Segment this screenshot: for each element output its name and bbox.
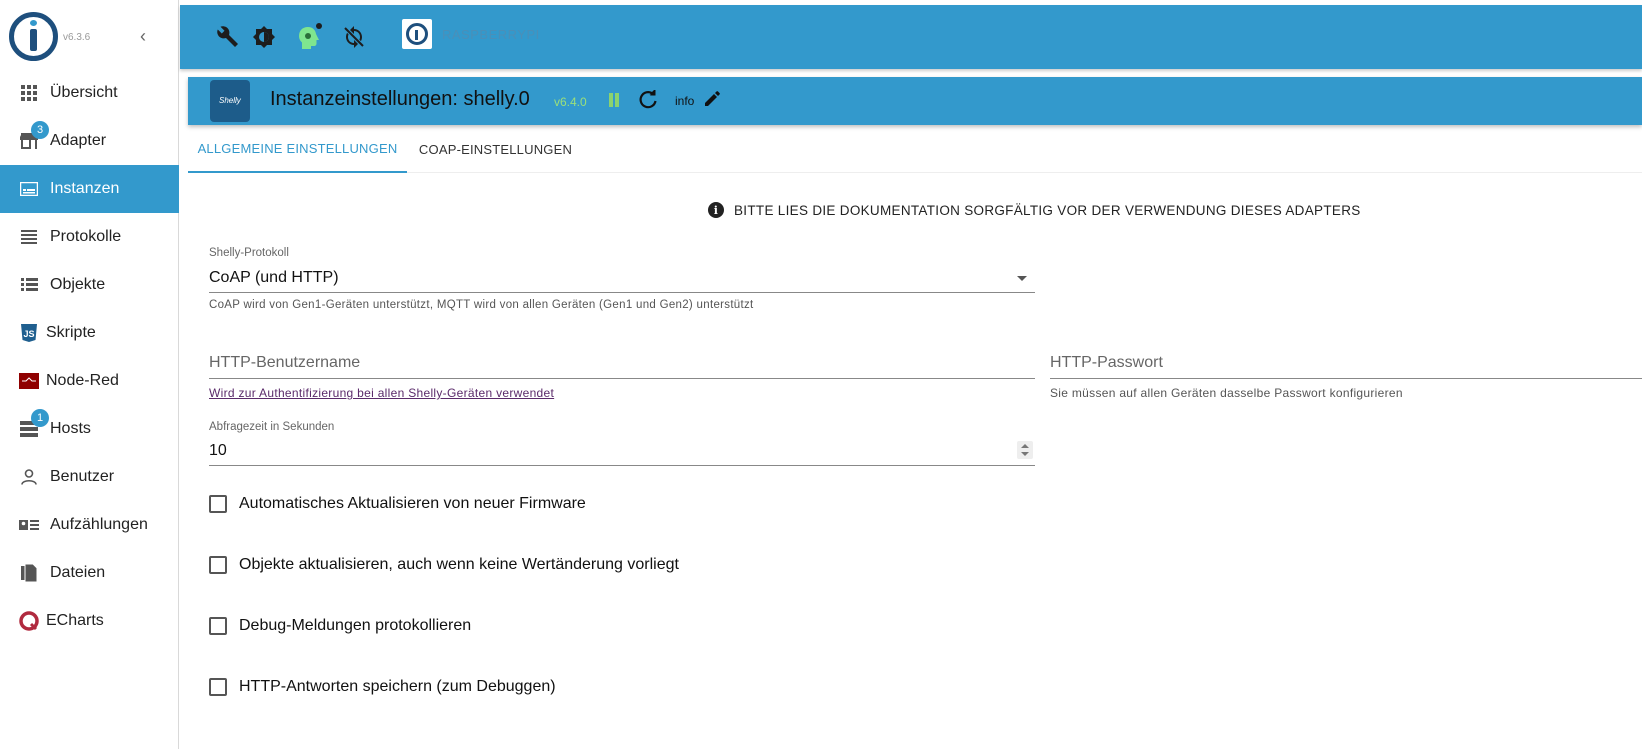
checkbox-box[interactable]: [209, 617, 227, 635]
tab-allgemeine-einstellungen[interactable]: ALLGEMEINE EINSTELLUNGEN: [188, 125, 407, 173]
js-icon: JS: [18, 323, 40, 343]
instance-info-label[interactable]: info: [675, 94, 694, 108]
poll-value: 10: [209, 442, 227, 459]
sidebar-item-label: ECharts: [46, 612, 104, 629]
objects-list-icon: [18, 275, 40, 295]
enum-icon: [18, 515, 40, 535]
echarts-icon: [18, 611, 40, 631]
http-username-input[interactable]: HTTP-Benutzername: [209, 349, 1035, 379]
hosts-update-badge: 1: [31, 409, 49, 427]
tab-coap-einstellungen[interactable]: COAP-EINSTELLUNGEN: [407, 125, 584, 173]
sidebar-item-benutzer[interactable]: Benutzer: [0, 453, 179, 501]
sidebar-item-label: Hosts: [50, 420, 91, 437]
instances-icon: [18, 179, 40, 199]
sidebar-item-label: Skripte: [46, 324, 96, 341]
poll-label: Abfragezeit in Sekunden: [209, 421, 335, 433]
checkbox-debug-logging[interactable]: Debug-Meldungen protokollieren: [209, 617, 471, 635]
files-icon: [18, 563, 40, 583]
sidebar-item-label: Adapter: [50, 132, 107, 149]
sidebar-item-label: Übersicht: [50, 84, 118, 101]
wrench-icon[interactable]: [214, 23, 242, 51]
expert-mode-icon[interactable]: [296, 23, 324, 51]
protocol-label: Shelly-Protokoll: [209, 247, 289, 259]
protocol-value: CoAP (und HTTP): [209, 269, 339, 286]
sidebar: v6.3.6 ‹ Übersicht 3 Adapter Instanzen P…: [0, 0, 179, 749]
host-name[interactable]: RASPBERRYPI: [442, 27, 540, 42]
sidebar-item-label: Aufzählungen: [50, 516, 148, 533]
http-password-placeholder: HTTP-Passwort: [1050, 354, 1163, 371]
poll-interval-input[interactable]: 10: [209, 436, 1035, 466]
sidebar-item-dateien[interactable]: Dateien: [0, 549, 179, 597]
checkbox-label: Automatisches Aktualisieren von neuer Fi…: [239, 495, 586, 512]
app-version: v6.3.6: [63, 32, 91, 43]
sidebar-item-label: Node-Red: [46, 372, 119, 389]
sidebar-header: v6.3.6 ‹: [0, 0, 179, 74]
iobroker-logo[interactable]: [9, 12, 58, 61]
instance-title: Instanzeinstellungen: shelly.0: [270, 88, 530, 110]
sidebar-item-objekte[interactable]: Objekte: [0, 261, 179, 309]
collapse-sidebar-icon[interactable]: ‹: [140, 27, 154, 45]
sidebar-item-skripte[interactable]: JS Skripte: [0, 309, 179, 357]
checkbox-save-http-responses[interactable]: HTTP-Antworten speichern (zum Debuggen): [209, 678, 556, 696]
checkbox-label: Objekte aktualisieren, auch wenn keine W…: [239, 556, 679, 573]
node-red-icon: [18, 371, 40, 391]
checkbox-label: Debug-Meldungen protokollieren: [239, 617, 472, 634]
http-username-placeholder: HTTP-Benutzername: [209, 354, 361, 371]
sidebar-item-hosts[interactable]: 1 Hosts: [0, 405, 179, 453]
grid-icon: [18, 83, 40, 103]
sidebar-item-protokolle[interactable]: Protokolle: [0, 213, 179, 261]
person-icon: [18, 467, 40, 487]
checkbox-box[interactable]: [209, 678, 227, 696]
instance-header: Instanzeinstellungen: shelly.0 v6.4.0 in…: [188, 77, 1642, 125]
settings-tabs: ALLGEMEINE EINSTELLUNGEN COAP-EINSTELLUN…: [188, 125, 1642, 173]
sidebar-item-aufzaehlungen[interactable]: Aufzählungen: [0, 501, 179, 549]
list-icon: [18, 227, 40, 247]
adapter-update-badge: 3: [31, 121, 49, 139]
notice-text: BITTE LIES DIE DOKUMENTATION SORGFÄLTIG …: [734, 202, 1361, 218]
sidebar-item-label: Protokolle: [50, 228, 122, 245]
sidebar-item-node-red[interactable]: Node-Red: [0, 357, 179, 405]
host-logo[interactable]: [402, 19, 432, 49]
dropdown-arrow-icon: [1017, 276, 1027, 281]
sidebar-item-instanzen[interactable]: Instanzen: [0, 165, 179, 213]
protocol-select[interactable]: CoAP (und HTTP): [209, 262, 1035, 293]
edit-icon[interactable]: [703, 90, 721, 108]
documentation-notice: i BITTE LIES DIE DOKUMENTATION SORGFÄLTI…: [708, 202, 1361, 218]
top-toolbar: RASPBERRYPI: [180, 5, 1642, 69]
sidebar-nav: Übersicht 3 Adapter Instanzen Protokolle: [0, 69, 179, 645]
reload-icon[interactable]: [638, 88, 658, 110]
sidebar-item-label: Benutzer: [50, 468, 115, 485]
brightness-icon[interactable]: [250, 23, 278, 51]
pause-icon[interactable]: [606, 92, 622, 108]
checkbox-label: HTTP-Antworten speichern (zum Debuggen): [239, 678, 556, 695]
shelly-adapter-icon: [210, 80, 250, 122]
checkbox-update-unchanged-objects[interactable]: Objekte aktualisieren, auch wenn keine W…: [209, 556, 679, 574]
checkbox-auto-firmware-update[interactable]: Automatisches Aktualisieren von neuer Fi…: [209, 495, 586, 513]
svg-text:JS: JS: [24, 329, 35, 339]
sidebar-item-adapter[interactable]: 3 Adapter: [0, 117, 179, 165]
number-stepper-icon[interactable]: [1017, 441, 1033, 459]
http-username-helper-link[interactable]: Wird zur Authentifizierung bei allen She…: [209, 386, 554, 400]
checkbox-box[interactable]: [209, 556, 227, 574]
http-password-helper: Sie müssen auf allen Geräten dasselbe Pa…: [1050, 386, 1403, 400]
sidebar-item-label: Instanzen: [50, 180, 120, 197]
protocol-helper: CoAP wird von Gen1-Geräten unterstützt, …: [209, 299, 754, 311]
info-icon: i: [708, 202, 724, 218]
sync-disabled-icon[interactable]: [340, 23, 368, 51]
sidebar-item-label: Objekte: [50, 276, 106, 293]
sidebar-item-label: Dateien: [50, 564, 106, 581]
sidebar-item-uebersicht[interactable]: Übersicht: [0, 69, 179, 117]
instance-version: v6.4.0: [554, 95, 587, 109]
http-password-input[interactable]: HTTP-Passwort: [1050, 349, 1642, 379]
checkbox-box[interactable]: [209, 495, 227, 513]
sidebar-item-echarts[interactable]: ECharts: [0, 597, 179, 645]
